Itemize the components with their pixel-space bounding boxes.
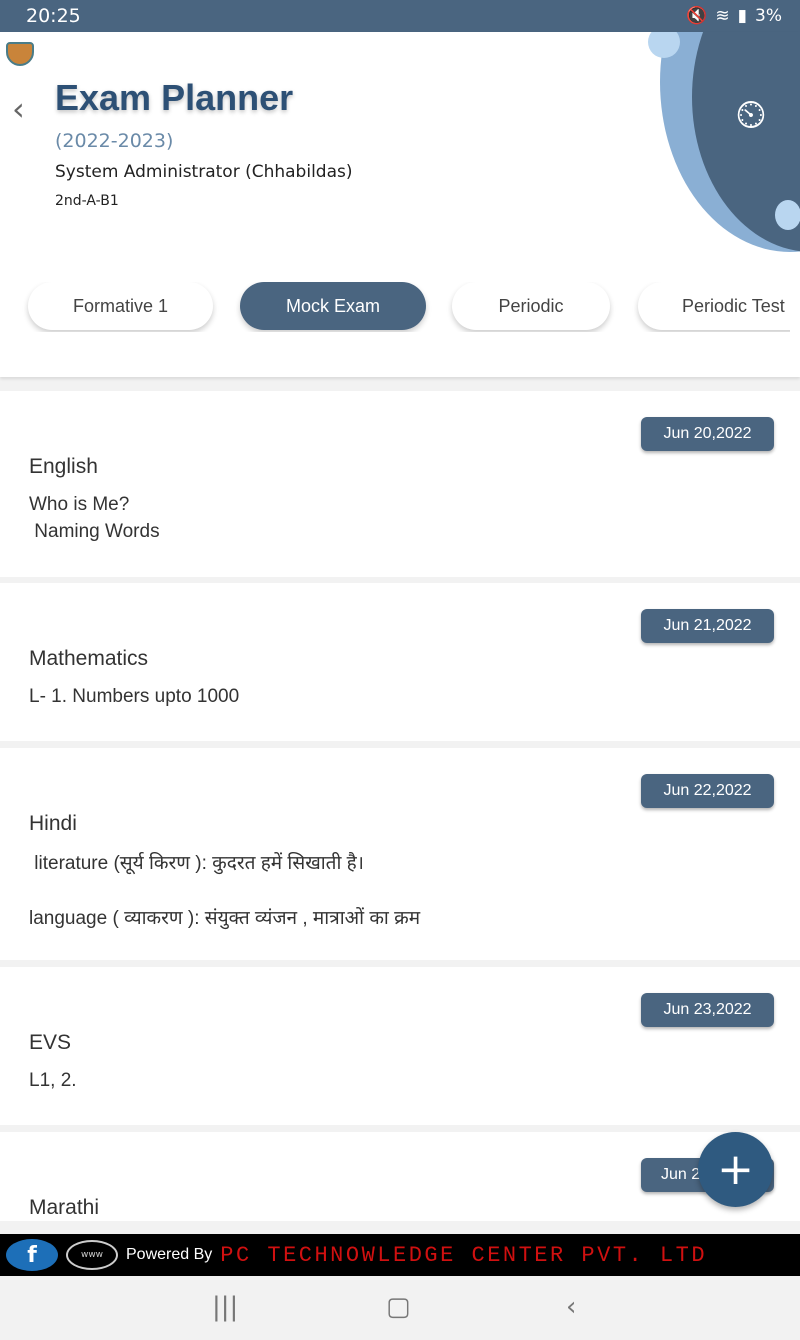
website-icon[interactable]: www xyxy=(66,1240,118,1270)
add-button[interactable]: + xyxy=(698,1132,773,1207)
exam-topic: L1, 2. xyxy=(29,1070,77,1091)
academic-year: (2022-2023) xyxy=(55,130,174,152)
status-bar: 20:25 🔇 ≋ ▮ 3% xyxy=(0,0,800,32)
exam-topic: Who is Me? xyxy=(29,494,130,515)
mute-icon: 🔇 xyxy=(686,6,708,26)
powered-by-label: Powered By xyxy=(126,1246,213,1263)
exam-card[interactable]: Jun 23,2022 EVS L1, 2. xyxy=(0,967,800,1125)
exam-subject: Marathi xyxy=(29,1196,100,1219)
nav-back-icon[interactable]: ‹ xyxy=(566,1292,576,1322)
exam-date-badge: Jun 20,2022 xyxy=(641,417,774,451)
tab-periodic[interactable]: Periodic xyxy=(452,282,610,330)
exam-subject: Hindi xyxy=(29,812,77,835)
class-section: 2nd-A-B1 xyxy=(55,193,119,209)
wifi-icon: ≋ xyxy=(715,6,730,26)
clock-calendar-icon: ⏲ xyxy=(735,92,767,138)
exam-card[interactable]: Jun 21,2022 Mathematics L- 1. Numbers up… xyxy=(0,583,800,741)
exam-topic: Naming Words xyxy=(29,521,160,542)
company-name: PC TECHNOWLEDGE CENTER PVT. LTD xyxy=(220,1242,708,1268)
home-icon[interactable]: ▢ xyxy=(386,1292,411,1322)
user-name: System Administrator (Chhabildas) xyxy=(55,162,353,182)
tab-periodic-test[interactable]: Periodic Test xyxy=(638,282,790,330)
exam-card[interactable]: Jun 22,2022 Hindi literature (सूर्य किरण… xyxy=(0,748,800,960)
exam-card[interactable]: Jun 20,2022 English Who is Me? Naming Wo… xyxy=(0,391,800,577)
decor-dot xyxy=(775,200,800,230)
exam-subject: Mathematics xyxy=(29,647,149,670)
back-button[interactable]: ‹ xyxy=(12,90,25,128)
exam-tabs: Formative 1 Mock Exam Periodic Periodic … xyxy=(0,282,790,332)
exam-topic: L- 1. Numbers upto 1000 xyxy=(29,686,240,707)
tab-formative-1[interactable]: Formative 1 xyxy=(28,282,213,330)
signal-icon: ▮ xyxy=(737,6,748,26)
footer-banner: f www Powered By PC TECHNOWLEDGE CENTER … xyxy=(0,1234,800,1276)
exam-date-badge: Jun 21,2022 xyxy=(641,609,774,643)
battery-level: 3% xyxy=(755,6,782,26)
exam-subject: EVS xyxy=(29,1031,72,1054)
tab-mock-exam[interactable]: Mock Exam xyxy=(240,282,426,330)
exam-card[interactable]: Jun 2 Marathi xyxy=(0,1132,800,1221)
exam-subject: English xyxy=(29,455,98,478)
exam-date-badge: Jun 22,2022 xyxy=(641,774,774,808)
page-title: Exam Planner xyxy=(55,77,294,118)
exam-topic: language ( व्याकरण ): संयुक्त व्यंजन , म… xyxy=(29,908,421,929)
exam-topic: literature (सूर्य किरण ): कुदरत हमें सिख… xyxy=(29,853,364,874)
recent-apps-icon[interactable]: ||| xyxy=(212,1292,238,1322)
status-time: 20:25 xyxy=(26,5,81,27)
facebook-icon[interactable]: f xyxy=(6,1239,58,1271)
school-logo xyxy=(6,42,34,66)
exam-date-badge: Jun 23,2022 xyxy=(641,993,774,1027)
system-nav-bar: ||| ▢ ‹ xyxy=(0,1276,800,1340)
header: ‹ Exam Planner (2022-2023) System Admini… xyxy=(0,32,800,377)
